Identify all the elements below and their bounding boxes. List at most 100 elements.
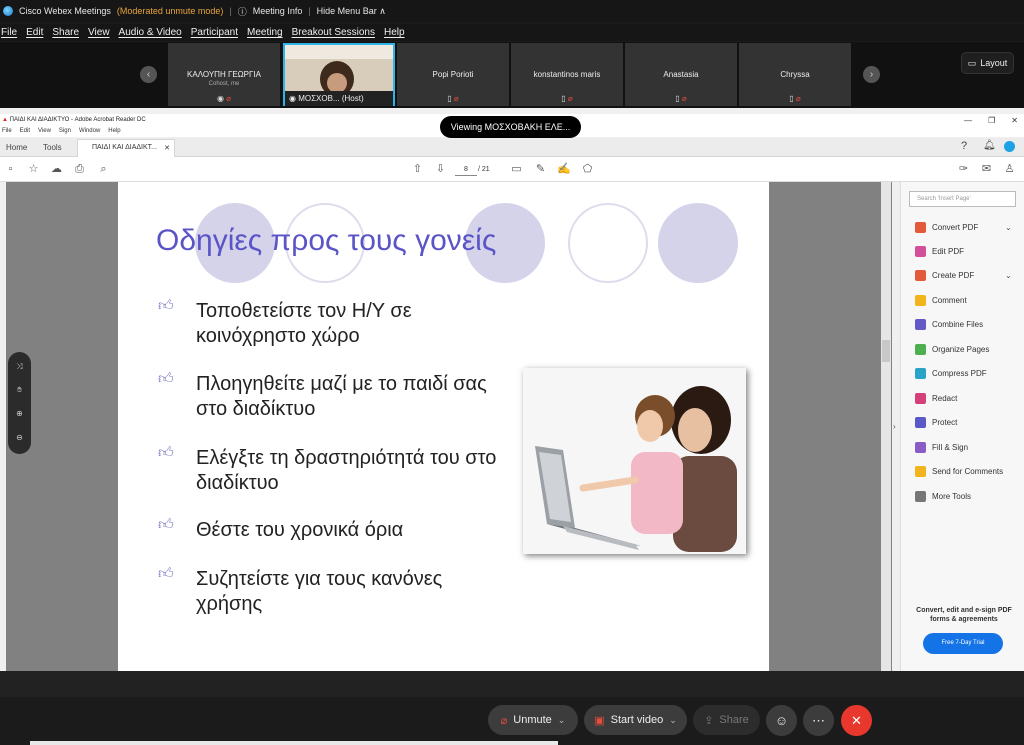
share-user-icon[interactable]: ♙ [1003, 163, 1016, 176]
save-icon[interactable]: ▫ [4, 163, 17, 176]
menu-participant[interactable]: Participant [191, 27, 238, 38]
sign-icon[interactable]: ✍ [557, 163, 571, 176]
tool-label: Combine Files [932, 320, 984, 329]
menu-view[interactable]: View [88, 27, 110, 38]
start-video-button[interactable]: ▣ Start video ⌄ [584, 705, 687, 735]
viewing-banner: Viewing ΜΟΣΧΟΒΑΚΗ ΕΛΕ... [440, 116, 581, 138]
menu-meeting[interactable]: Meeting [247, 27, 283, 38]
next-page-icon[interactable]: ⇩ [434, 163, 447, 176]
participant-tile-active[interactable]: ◉ ΜΟΣΧΟΒ... (Host) [283, 43, 395, 106]
menu-edit[interactable]: Edit [26, 27, 43, 38]
menu-share[interactable]: Share [52, 27, 79, 38]
restore-icon[interactable]: ❐ [988, 116, 995, 125]
zoom-search-icon[interactable]: ⌕ [97, 163, 110, 176]
tool-more-tools[interactable]: More Tools [915, 491, 971, 502]
viewer-scrollbar[interactable] [881, 182, 891, 671]
muted-mic-icon: ⌀ [795, 94, 801, 103]
tool-label: Comment [932, 296, 967, 305]
tool-convert-pdf[interactable]: Convert PDF ⌄ [915, 222, 1012, 233]
mail-icon[interactable]: ✉ [980, 163, 993, 176]
tab-tools[interactable]: Tools [43, 143, 62, 152]
select-tool-icon[interactable]: ⤨ [8, 362, 31, 372]
info-icon[interactable]: ⓘ [238, 5, 247, 18]
acrobat-menu-sign[interactable]: Sign [59, 126, 71, 137]
tool-edit-pdf[interactable]: Edit PDF [915, 246, 964, 257]
page-number-input[interactable]: 8 [455, 163, 477, 176]
participant-tile[interactable]: ΚΑΛΟΥΠΗ ΓΕΩΡΓΙΑ Cohost, me ◉ ⌀ [168, 43, 280, 106]
tool-fill-sign[interactable]: Fill & Sign [915, 442, 968, 453]
tool-comment[interactable]: Comment [915, 295, 967, 306]
highlight-pen-icon[interactable]: ✎ [534, 163, 547, 176]
hand-tool-icon[interactable]: ✋︎ [8, 385, 31, 395]
participant-tile[interactable]: Anastasia ▯ ⌀ [625, 43, 737, 106]
acrobat-menu-help[interactable]: Help [108, 126, 120, 137]
more-options-button[interactable]: ⋯ [803, 705, 834, 736]
close-icon: ✕ [851, 713, 862, 728]
zoom-out-icon[interactable]: ⊖ [8, 433, 31, 442]
strip-prev-button[interactable]: ‹ [140, 66, 157, 83]
document-tab[interactable]: ΠΑΙΔΙ ΚΑΙ ΔΙΑΔΙΚΤ... ✕ [77, 139, 175, 157]
tool-combine-files[interactable]: Combine Files [915, 319, 983, 330]
minimize-icon[interactable]: — [964, 116, 972, 125]
tool-send-for-comments[interactable]: Send for Comments [915, 466, 1003, 477]
close-tab-icon[interactable]: ✕ [164, 144, 170, 152]
comment-icon[interactable]: ▭ [510, 163, 523, 176]
menu-file[interactable]: File [1, 27, 17, 38]
close-icon[interactable]: ✕ [1011, 116, 1018, 125]
leave-meeting-button[interactable]: ✕ [841, 705, 872, 736]
collapse-panel-icon[interactable]: › [893, 422, 896, 431]
reactions-button[interactable]: ☺ [766, 705, 797, 736]
acrobat-menu-view[interactable]: View [38, 126, 51, 137]
fill-sign-icon[interactable]: ✑ [957, 163, 970, 176]
chevron-down-icon[interactable]: ⌄ [558, 715, 566, 726]
menu-breakout-sessions[interactable]: Breakout Sessions [292, 27, 375, 38]
upload-cloud-icon[interactable]: ☁ [50, 163, 63, 176]
acrobat-menu-window[interactable]: Window [79, 126, 100, 137]
share-button[interactable]: ⇪ Share [693, 705, 760, 735]
participant-name: Popi Porioti [432, 70, 474, 79]
thumbs-up-bullet-icon: 👍︎ [158, 565, 174, 582]
print-icon[interactable]: ⎙ [73, 163, 86, 176]
tool-label: Convert PDF [932, 223, 979, 232]
zoom-in-icon[interactable]: ⊕ [8, 409, 31, 418]
tools-search-input[interactable]: Search 'Insert Page' [909, 191, 1016, 207]
hide-menu-bar-button[interactable]: Hide Menu Bar ∧ [317, 6, 386, 17]
menu-help[interactable]: Help [384, 27, 405, 38]
tool-compress-pdf[interactable]: Compress PDF [915, 368, 987, 379]
strip-next-button[interactable]: › [863, 66, 880, 83]
smiley-icon: ☺ [774, 713, 789, 728]
chevron-down-icon[interactable]: ⌄ [669, 715, 677, 726]
layout-button[interactable]: ▭ Layout [961, 52, 1014, 74]
free-trial-button[interactable]: Free 7-Day Trial [923, 633, 1003, 654]
account-avatar[interactable] [1004, 141, 1015, 152]
chevron-down-icon[interactable]: ⌄ [1005, 271, 1012, 280]
pdf-slide-page: Οδηγίες προς τους γονείς 👍︎ Τοποθετείστε… [118, 182, 769, 671]
unmute-label: Unmute [513, 714, 552, 726]
tool-protect[interactable]: Protect [915, 417, 957, 428]
help-icon[interactable]: ? [961, 140, 967, 152]
tool-redact[interactable]: Redact [915, 393, 957, 404]
decorative-circle [658, 203, 738, 283]
chevron-down-icon[interactable]: ⌄ [1005, 223, 1012, 232]
bookmark-star-icon[interactable]: ☆ [27, 163, 40, 176]
scrollbar-thumb[interactable] [882, 340, 890, 362]
tool-label: Create PDF [932, 271, 975, 280]
tool-organize-pages[interactable]: Organize Pages [915, 344, 989, 355]
photo-illustration [523, 368, 746, 554]
tab-home[interactable]: Home [6, 143, 27, 152]
tool-label: Edit PDF [932, 247, 965, 256]
prev-page-icon[interactable]: ⇧ [411, 163, 424, 176]
tool-create-pdf[interactable]: Create PDF ⌄ [915, 270, 1012, 281]
slide-bullet: Ελέγξτε τη δραστηριότητά του στο διαδίκτ… [196, 447, 497, 494]
bell-icon[interactable]: 🔔︎ [983, 140, 996, 151]
acrobat-menu-edit[interactable]: Edit [20, 126, 30, 137]
participant-tile[interactable]: konstantinos maris ▯ ⌀ [511, 43, 623, 106]
acrobat-menu-file[interactable]: File [2, 126, 12, 137]
tool-label: Redact [932, 394, 958, 403]
participant-tile[interactable]: Chryssa ▯ ⌀ [739, 43, 851, 106]
menu-audio-video[interactable]: Audio & Video [119, 27, 182, 38]
unmute-button[interactable]: ⌀ Unmute ⌄ [488, 705, 578, 735]
stamp-icon[interactable]: ⬠ [581, 163, 594, 176]
participant-tile[interactable]: Popi Porioti ▯ ⌀ [397, 43, 509, 106]
meeting-info-button[interactable]: Meeting Info [253, 6, 303, 16]
